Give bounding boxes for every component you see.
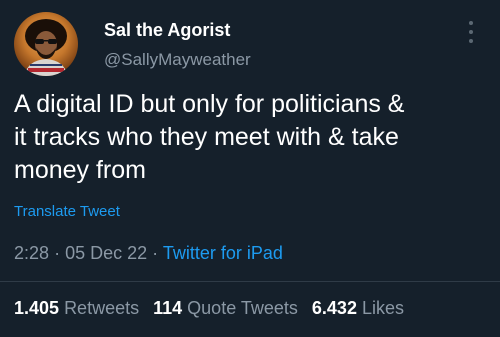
likes-stat[interactable]: 6.432 Likes <box>312 298 404 318</box>
user-display-name[interactable]: Sal the Agorist <box>104 20 230 41</box>
tweet-time[interactable]: 2:28 <box>14 243 49 263</box>
retweets-stat[interactable]: 1.405 Retweets <box>14 298 139 318</box>
likes-label: Likes <box>361 298 404 318</box>
tweet-metadata: 2:28 · 05 Dec 22 · Twitter for iPad <box>14 243 283 264</box>
tweet-source-link[interactable]: Twitter for iPad <box>163 243 283 263</box>
divider <box>0 281 500 282</box>
tweet-card: Sal the Agorist @SallyMayweather A digit… <box>0 0 500 337</box>
meta-separator: · <box>152 243 159 263</box>
quote-tweets-count: 114 <box>153 298 183 318</box>
quote-tweets-label: Quote Tweets <box>187 298 298 318</box>
translate-tweet-link[interactable]: Translate Tweet <box>14 203 120 220</box>
retweets-count: 1.405 <box>14 298 60 318</box>
meta-separator: · <box>54 243 61 263</box>
likes-count: 6.432 <box>311 298 357 318</box>
avatar[interactable] <box>14 12 78 76</box>
avatar-image <box>24 19 68 76</box>
tweet-text: A digital ID but only for politicians & … <box>14 90 405 184</box>
engagement-stats: 1.405 Retweets 114 Quote Tweets 6.432 Like… <box>14 298 404 319</box>
retweets-label: Retweets <box>64 298 140 318</box>
tweet-date[interactable]: 05 Dec 22 <box>65 243 147 263</box>
more-options-icon[interactable] <box>464 18 478 46</box>
quote-tweets-stat[interactable]: 114 Quote Tweets <box>153 298 298 318</box>
user-handle[interactable]: @SallyMayweather <box>104 50 251 70</box>
